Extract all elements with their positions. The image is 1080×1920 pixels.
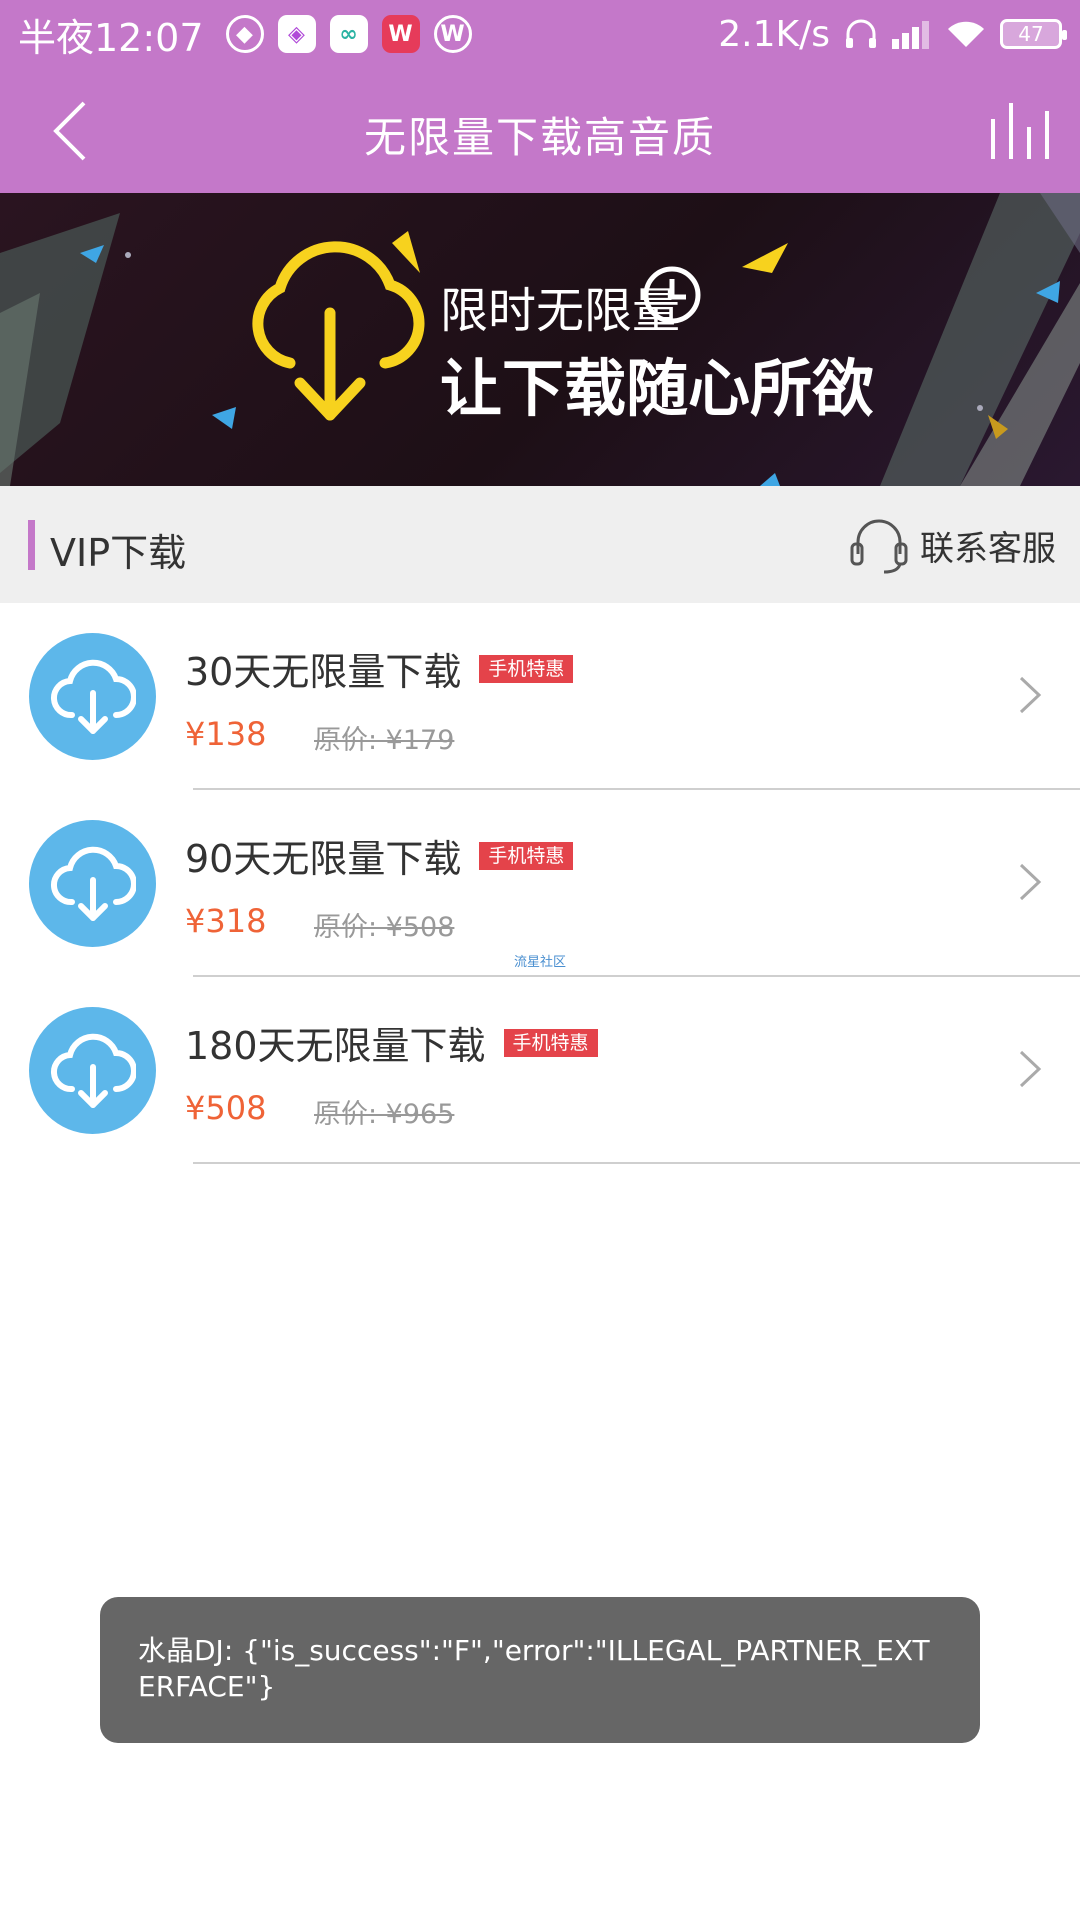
status-bar: 半夜12:07 ◆ ◈ ∞ W W 2.1K/s 47	[0, 0, 1080, 68]
plan-title: 90天无限量下载	[185, 837, 462, 881]
toast-message: 水晶DJ: {"is_success":"F","error":"ILLEGAL…	[100, 1597, 980, 1743]
plan-row-90[interactable]: 90天无限量下载 手机特惠 ¥318 原价: ¥508	[0, 790, 1080, 977]
plan-title-row: 90天无限量下载 手机特惠	[185, 828, 574, 883]
circles-app-icon: ∞	[329, 15, 368, 53]
status-left: 半夜12:07 ◆ ◈ ∞ W W	[18, 7, 472, 62]
contact-support-button[interactable]: 联系客服	[848, 510, 1056, 580]
watermark-text: 流星社区	[514, 955, 567, 970]
banner-headline: 限时无限量	[440, 283, 681, 339]
wifi-icon	[948, 21, 984, 47]
equalizer-button[interactable]	[980, 90, 1060, 170]
plan-title: 180天无限量下载	[185, 1024, 486, 1068]
plan-row-180[interactable]: 180天无限量下载 手机特惠 ¥508 原价: ¥965	[0, 977, 1080, 1164]
title-bar: 无限量下载高音质	[0, 68, 1080, 193]
promo-tag: 手机特惠	[479, 654, 574, 683]
battery-icon: 47	[1000, 19, 1067, 49]
w-outline-app-icon: W	[433, 15, 472, 53]
cloud-download-icon	[29, 820, 156, 947]
promo-banner[interactable]: 限时无限量 让下载随心所欲	[0, 193, 1080, 486]
signal-icon	[892, 21, 929, 49]
headphones-icon	[846, 19, 876, 48]
plan-price: ¥318	[185, 902, 267, 940]
section-title: VIP下载	[50, 531, 187, 575]
cloud-download-icon	[29, 1007, 156, 1134]
chevron-right-icon	[1010, 1039, 1050, 1099]
contact-support-label: 联系客服	[920, 528, 1056, 569]
battery-level: 47	[1018, 22, 1044, 46]
row-divider	[193, 1162, 1080, 1164]
status-right: 2.1K/s 47	[718, 13, 1067, 55]
net-speed: 2.1K/s	[718, 13, 830, 55]
plan-original-price: 原价: ¥965	[314, 1099, 455, 1130]
cloud-download-icon	[29, 633, 156, 760]
plan-original-price: 原价: ¥508	[314, 912, 455, 943]
page-title: 无限量下载高音质	[363, 113, 716, 162]
plan-title-row: 30天无限量下载 手机特惠	[185, 641, 574, 696]
chevron-right-icon	[1010, 852, 1050, 912]
w-app-icon: W	[381, 15, 420, 53]
status-time: 半夜12:07	[18, 15, 204, 60]
headset-icon	[850, 519, 908, 574]
promo-tag: 手机特惠	[503, 1028, 598, 1057]
cloud-app-icon: ◈	[277, 15, 316, 53]
plan-price: ¥138	[185, 715, 267, 753]
promo-tag: 手机特惠	[479, 841, 574, 870]
plan-title-row: 180天无限量下载 手机特惠	[185, 1015, 598, 1070]
plan-list: 30天无限量下载 手机特惠 ¥138 原价: ¥179 90天无限量下载 手机特…	[0, 603, 1080, 1164]
plan-original-price: 原价: ¥179	[314, 725, 455, 756]
banner-subheadline: 让下载随心所欲	[440, 352, 875, 425]
section-header: VIP下载 联系客服	[0, 486, 1080, 603]
section-accent-bar	[28, 520, 35, 570]
gem-icon: ◆	[225, 15, 264, 53]
equalizer-icon	[991, 103, 1049, 159]
plan-price: ¥508	[185, 1089, 267, 1127]
plan-title: 30天无限量下载	[185, 650, 462, 694]
plan-row-30[interactable]: 30天无限量下载 手机特惠 ¥138 原价: ¥179	[0, 603, 1080, 790]
chevron-right-icon	[1010, 665, 1050, 725]
